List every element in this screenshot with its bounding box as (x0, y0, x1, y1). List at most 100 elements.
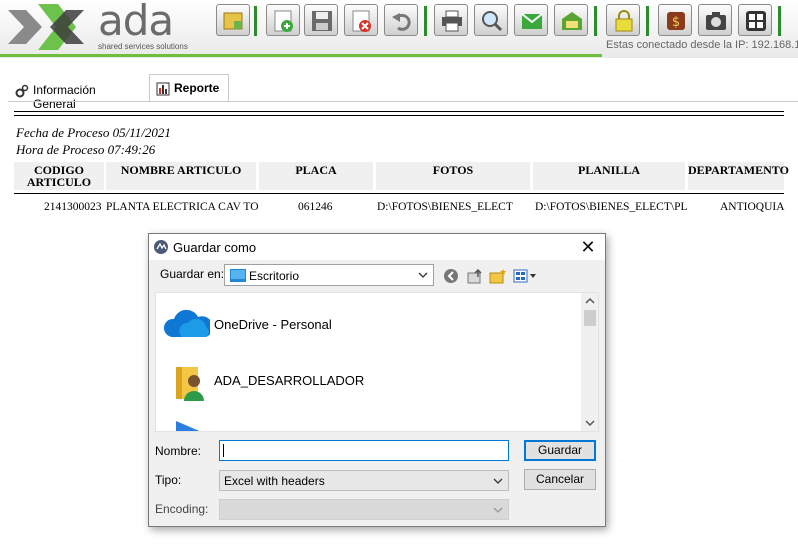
dialog-titlebar[interactable]: Guardar como ✕ (149, 234, 605, 260)
tab-reporte[interactable]: Reporte (149, 74, 229, 102)
up-folder-icon[interactable] (467, 268, 483, 284)
encoding-select[interactable] (219, 499, 509, 520)
close-icon: ✕ (580, 237, 596, 257)
add-button[interactable] (266, 4, 300, 36)
save-button[interactable] (304, 4, 338, 36)
delete-button[interactable] (344, 4, 378, 36)
back-icon[interactable] (443, 268, 459, 284)
cell-departamento: ANTIOQUIA (720, 201, 785, 213)
guardar-en-value: Escritorio (249, 269, 300, 283)
tab-strip: Información General Reporte (8, 74, 798, 111)
logo-tagline: shared services solutions (98, 42, 188, 51)
lock-button[interactable] (606, 4, 640, 36)
text-caret (223, 444, 224, 457)
cell-codigo: 2141300023 (44, 201, 102, 213)
ip-status-text: Estas conectado desde la IP: 192.168.1 (606, 39, 798, 51)
toolbar: $ (212, 2, 798, 40)
report-rule (14, 193, 784, 194)
grid-button[interactable] (738, 4, 772, 36)
email-icon (562, 12, 582, 30)
cell-placa: 061246 (298, 201, 333, 213)
toolbar-separator (254, 6, 257, 36)
undo-icon (392, 13, 411, 31)
tab-informacion-general[interactable]: Información General (8, 76, 148, 111)
chevron-down-icon (493, 478, 503, 484)
delete-icon (352, 10, 371, 32)
col-header-codigo: CODIGO ARTICULO (14, 162, 104, 190)
new-folder-icon[interactable] (489, 268, 507, 284)
chart-icon (156, 82, 170, 96)
app-icon (154, 240, 168, 254)
header-accent-bar (0, 54, 602, 57)
tab-label: Información General (33, 83, 96, 111)
chevron-down-icon (418, 272, 428, 278)
save-as-dialog: Guardar como ✕ Guardar en: Escritorio On… (148, 233, 606, 527)
report-hora: Hora de Proceso 07:49:26 (16, 142, 156, 157)
guardar-button[interactable]: Guardar (524, 440, 596, 461)
col-header-nombre: NOMBRE ARTICULO (106, 162, 256, 190)
add-icon (274, 10, 293, 32)
scroll-up-icon[interactable] (585, 297, 595, 305)
cell-nombre: PLANTA ELECTRICA CAV TO (106, 201, 258, 213)
undo-button[interactable] (384, 4, 418, 36)
user-folder-icon (176, 367, 204, 401)
partial-item-icon (176, 421, 200, 431)
scroll-down-icon[interactable] (585, 419, 595, 427)
nombre-label: Nombre: (155, 444, 202, 458)
report-rule (14, 111, 784, 112)
item-name: ADA_DESARROLLADOR (214, 373, 365, 388)
print-icon (442, 10, 462, 32)
tipo-select[interactable]: Excel with headers (219, 470, 509, 491)
report-rule (14, 115, 784, 116)
report-fecha: Fecha de Proceso 05/11/2021 (16, 125, 171, 140)
cell-fotos: D:\FOTOS\BIENES_ELECT (377, 201, 513, 213)
toolbar-separator (646, 6, 649, 36)
money-button[interactable]: $ (658, 4, 692, 36)
app-header: ada shared services solutions $ Estas co… (0, 0, 798, 58)
grid-icon (746, 11, 766, 31)
view-menu-icon[interactable] (513, 268, 539, 284)
toolbar-separator (778, 6, 781, 36)
search-button[interactable] (474, 4, 508, 36)
export-button[interactable] (514, 4, 548, 36)
email-button[interactable] (554, 4, 588, 36)
toolbar-separator (594, 6, 597, 36)
cancelar-button[interactable]: Cancelar (524, 469, 596, 490)
folder-edit-button[interactable] (216, 4, 250, 36)
tab-label: Reporte (174, 81, 220, 95)
camera-button[interactable] (698, 4, 732, 36)
print-button[interactable] (434, 4, 468, 36)
gear-icon (15, 84, 29, 98)
tab-divider (8, 101, 798, 102)
folder-list[interactable]: OneDrive - Personal ADA_DESARROLLADOR (155, 292, 599, 432)
cell-planilla: D:\FOTOS\BIENES_ELECT\PL. (535, 201, 687, 213)
ada-logo: ada shared services solutions (2, 0, 207, 56)
desktop-folder-icon (230, 269, 246, 282)
list-item-ada-desarrollador[interactable]: ADA_DESARROLLADOR (162, 361, 462, 401)
col-header-departamento: DEPARTAMENTO (688, 162, 789, 190)
export-icon (521, 13, 543, 29)
toolbar-separator (424, 6, 427, 36)
col-header-planilla: PLANILLA (533, 162, 685, 190)
col-header-placa: PLACA (259, 162, 373, 190)
tipo-label: Tipo: (155, 473, 182, 487)
lock-icon (615, 10, 633, 32)
logo-word: ada (98, 0, 174, 45)
camera-icon (706, 12, 726, 30)
list-item-onedrive[interactable]: OneDrive - Personal (162, 305, 462, 345)
folder-edit-icon (223, 12, 243, 30)
close-button[interactable]: ✕ (577, 237, 599, 257)
scroll-thumb[interactable] (584, 310, 596, 326)
svg-text:$: $ (672, 15, 680, 30)
encoding-label: Encoding: (155, 502, 209, 516)
tipo-value: Excel with headers (224, 474, 325, 488)
save-icon (312, 11, 332, 31)
dialog-title: Guardar como (173, 240, 257, 255)
col-header-fotos: FOTOS (376, 162, 530, 190)
list-scrollbar[interactable] (581, 293, 598, 431)
nombre-input[interactable] (219, 440, 509, 461)
guardar-en-combo[interactable]: Escritorio (224, 264, 434, 286)
search-icon (482, 11, 503, 32)
item-name: OneDrive - Personal (214, 317, 332, 332)
logo-x-icon (8, 4, 84, 50)
